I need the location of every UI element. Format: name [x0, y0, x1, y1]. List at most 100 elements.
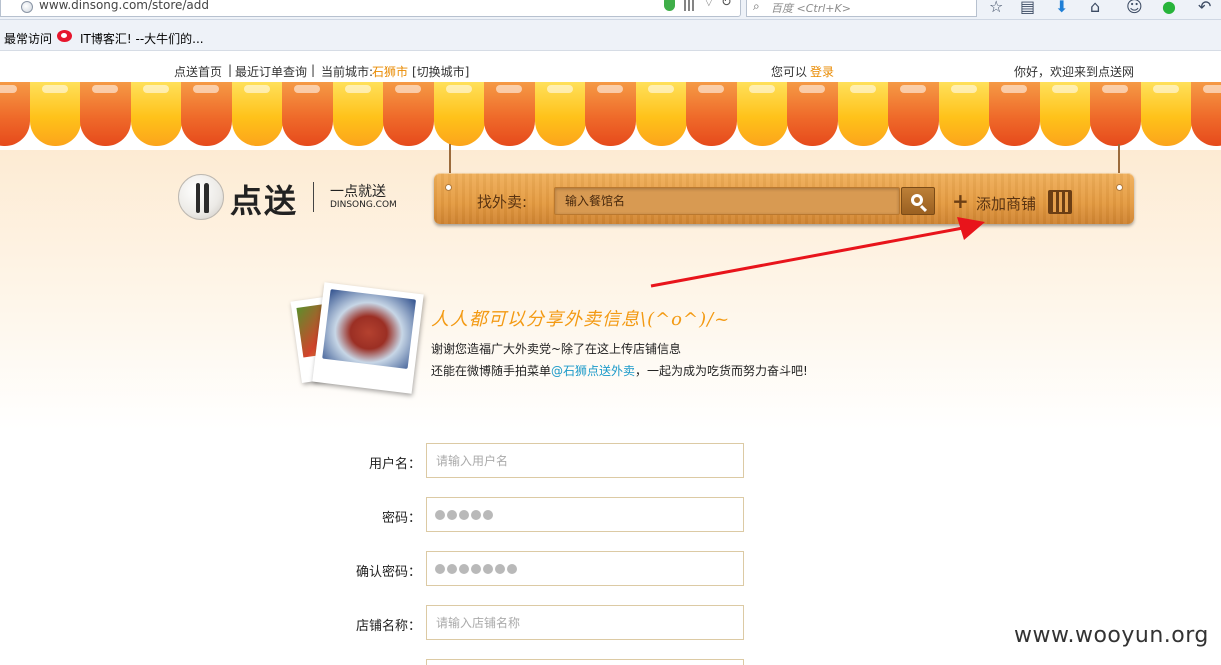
url-text[interactable]: www.dinsong.com/store/add [39, 0, 209, 12]
emoji-icon[interactable]: ☺ [1126, 0, 1143, 16]
awning-scallop [484, 82, 535, 146]
password-dot [507, 564, 517, 574]
browser-search-bar[interactable]: ⌕ 百度 <Ctrl+K> [746, 0, 977, 17]
browser-search-placeholder[interactable]: 百度 <Ctrl+K> [771, 0, 851, 16]
annotation-arrow [650, 217, 985, 288]
password-dot [435, 510, 445, 520]
awning-scallop [0, 82, 30, 146]
watermark: www.wooyun.org [1014, 623, 1209, 648]
food-photo-stack [290, 282, 432, 398]
confirm-password-label: 确认密码： [355, 565, 421, 580]
awning-scallop [130, 82, 182, 146]
search-icon: ⌕ [753, 0, 760, 13]
bookmark-most-visited[interactable]: 最常访问 [4, 30, 52, 47]
intro-title: 人人都可以分享外卖信息\(^o^)/~ [431, 309, 731, 330]
awning-scallop [635, 82, 687, 146]
food-photo [312, 282, 424, 394]
password-dot [459, 564, 469, 574]
restaurant-search-input[interactable] [555, 188, 899, 214]
password-dot [459, 510, 469, 520]
login-prompt: 您可以 [771, 65, 808, 79]
chat-icon[interactable]: ● [1162, 0, 1176, 16]
confirm-password-mask [435, 563, 519, 577]
password-dot [483, 510, 493, 520]
awning-scallop [989, 82, 1040, 146]
awning-scallop [433, 82, 485, 146]
home-link[interactable]: 点送首页 [174, 63, 222, 80]
awning-scallop [282, 82, 333, 146]
intro-text-after-link: ，一起为成为吃货而努力奋斗吧! [635, 364, 808, 378]
chevron-down-icon[interactable]: ▽ [705, 0, 713, 8]
awning-scallop [534, 82, 586, 146]
separator: | [311, 63, 316, 77]
password-dot [447, 564, 457, 574]
intro-text-line2: 还能在微博随手拍菜单@石狮点送外卖，一起为成为吃货而努力奋斗吧! [431, 362, 808, 379]
home-icon[interactable]: ⌂ [1090, 0, 1100, 16]
password-dot [447, 510, 457, 520]
username-row: 用户名： [0, 443, 1221, 479]
username-input[interactable] [426, 443, 744, 478]
awning-scallop [1039, 82, 1091, 146]
store-name-label: 店铺名称： [355, 619, 421, 634]
storefront-icon [1048, 190, 1072, 214]
add-store-label: 添加商铺 [976, 195, 1037, 213]
password-dot [435, 564, 445, 574]
logo-domain: DINSONG.COM [330, 200, 397, 210]
password-dot [471, 510, 481, 520]
intro-text-before-link: 还能在微博随手拍菜单 [431, 364, 552, 378]
password-dot [471, 564, 481, 574]
browser-toolbar: www.dinsong.com/store/add ▽ ↻ ⌕ 百度 <Ctrl… [0, 0, 1221, 20]
awning-scallop [1191, 82, 1221, 146]
site-logo[interactable]: 点送 一点就送 DINSONG.COM [178, 172, 408, 220]
awning-scallop [787, 82, 838, 146]
logo-divider [313, 182, 314, 212]
awning-scallop [736, 82, 788, 146]
awning-scallop [837, 82, 889, 146]
recent-orders-link[interactable]: 最近订单查询 [235, 63, 307, 80]
qr-code-icon[interactable] [684, 0, 696, 11]
separator: | [228, 63, 233, 77]
plate-fork-knife-icon [178, 174, 224, 220]
awning-scallop [1140, 82, 1192, 146]
store-name-input[interactable] [426, 605, 744, 640]
search-button[interactable] [901, 187, 935, 215]
star-icon[interactable]: ☆ [989, 0, 1003, 16]
password-dot [495, 564, 505, 574]
download-icon[interactable]: ⬇ [1055, 0, 1068, 16]
awning-scallop [181, 82, 232, 146]
current-city: 石狮市 [372, 65, 409, 79]
intro-text-line1: 谢谢您造福广大外卖党~除了在这上传店铺信息 [431, 342, 682, 356]
welcome-text: 你好，欢迎来到点送网 [1014, 65, 1135, 79]
next-field-input[interactable] [426, 659, 744, 665]
password-dot [483, 564, 493, 574]
shield-icon[interactable] [664, 0, 675, 11]
awning-scallop [938, 82, 990, 146]
restaurant-search-box[interactable] [554, 187, 900, 215]
bookmark-bar: 最常访问 IT博客汇! --大牛们的... [0, 20, 1221, 51]
confirm-password-row: 确认密码： [0, 551, 1221, 587]
awning-scallop [332, 82, 384, 146]
url-bar[interactable]: www.dinsong.com/store/add ▽ ↻ [0, 0, 741, 17]
password-label: 密码： [381, 511, 421, 526]
bookmarks-list-icon[interactable]: ▤ [1020, 0, 1035, 16]
login-link[interactable]: 登录 [810, 63, 834, 80]
password-mask [435, 509, 495, 523]
awning-scallop [686, 82, 737, 146]
awning-scallop [231, 82, 283, 146]
site-topbar: 点送首页 | 最近订单查询 | 当前城市: 石狮市 [切换城市] 您可以 登录 … [0, 52, 1221, 82]
switch-city-link[interactable]: [切换城市] [412, 63, 469, 80]
find-takeout-label: 找外卖: [477, 193, 528, 211]
undo-icon[interactable]: ↶ [1198, 0, 1211, 16]
nail-icon [445, 184, 452, 191]
bookmark-it-blog[interactable]: IT博客汇! --大牛们的... [80, 30, 204, 47]
next-field-row [0, 659, 1221, 665]
weibo-account-link[interactable]: @石狮点送外卖 [551, 364, 635, 378]
plus-icon: + [952, 189, 969, 213]
reload-icon[interactable]: ↻ [721, 0, 732, 10]
awning-scallop [80, 82, 131, 146]
logo-slogan: 一点就送 [330, 184, 386, 200]
current-city-label: 当前城市: [321, 65, 374, 79]
awning-scallop [383, 82, 434, 146]
awning-scallop [888, 82, 939, 146]
awning-scallop [585, 82, 636, 146]
